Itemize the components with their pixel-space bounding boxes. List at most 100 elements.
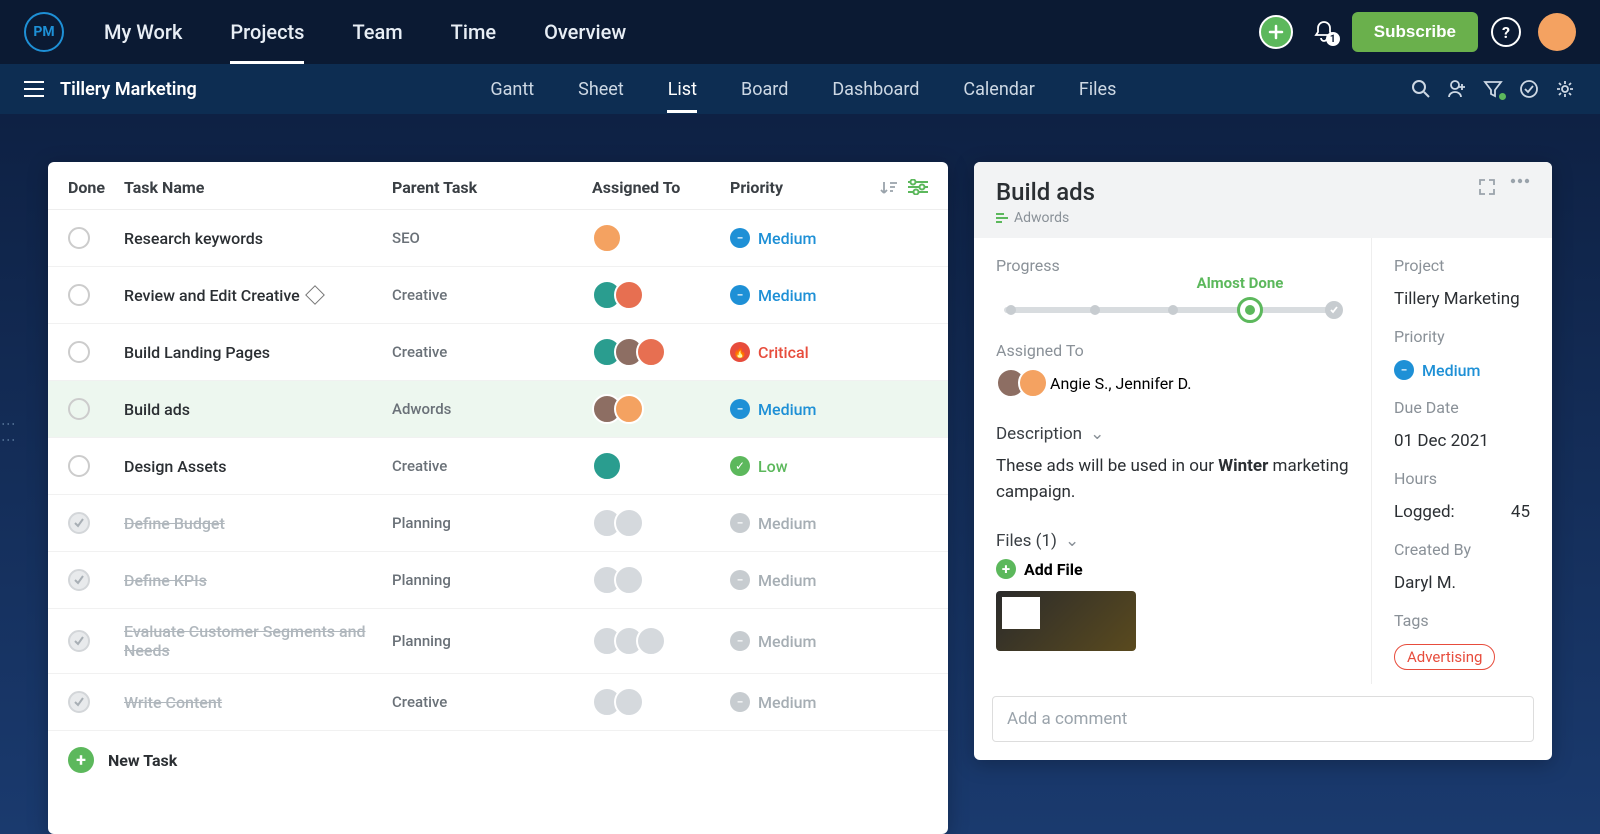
chevron-down-icon: ⌄ <box>1065 531 1079 551</box>
done-checkbox[interactable] <box>68 569 90 591</box>
done-checkbox[interactable] <box>68 398 90 420</box>
done-checkbox[interactable] <box>68 227 90 249</box>
done-checkbox[interactable] <box>68 284 90 306</box>
assignees-row[interactable]: Angie S., Jennifer D. <box>996 368 1349 398</box>
user-avatar[interactable] <box>1538 13 1576 51</box>
topnav-item-overview[interactable]: Overview <box>544 0 626 64</box>
col-header-parent[interactable]: Parent Task <box>392 178 592 197</box>
col-header-priority[interactable]: Priority <box>730 178 840 197</box>
priority-badge[interactable]: −Medium <box>730 228 840 248</box>
files-header[interactable]: Files (1) ⌄ <box>996 531 1349 551</box>
priority-label: Critical <box>758 343 809 362</box>
avatar <box>614 508 644 538</box>
new-task-button[interactable]: + New Task <box>48 731 948 789</box>
priority-badge[interactable]: 🔥Critical <box>730 342 840 362</box>
priority-icon: − <box>730 513 750 533</box>
sort-icon[interactable] <box>880 179 898 197</box>
tag-chip[interactable]: Advertising <box>1394 644 1495 670</box>
hours-logged-label: Logged: <box>1394 502 1455 522</box>
priority-badge[interactable]: −Medium <box>730 285 840 305</box>
done-checkbox[interactable] <box>68 341 90 363</box>
assignee-avatars[interactable] <box>592 626 730 656</box>
assignee-avatars[interactable] <box>592 337 730 367</box>
done-checkbox[interactable] <box>68 630 90 652</box>
assignee-avatars[interactable] <box>592 394 730 424</box>
priority-icon: − <box>730 228 750 248</box>
priority-badge[interactable]: ✓Low <box>730 456 840 476</box>
expand-icon[interactable] <box>1478 178 1496 196</box>
subnav-tab-dashboard[interactable]: Dashboard <box>832 66 919 113</box>
subnav-tab-gantt[interactable]: Gantt <box>490 66 534 113</box>
task-name: Design Assets <box>124 457 227 476</box>
task-row[interactable]: Build Landing PagesCreative🔥Critical <box>48 324 948 381</box>
col-header-done[interactable]: Done <box>68 178 124 197</box>
subnav-tab-sheet[interactable]: Sheet <box>578 66 624 113</box>
priority-badge[interactable]: −Medium <box>730 570 840 590</box>
priority-badge[interactable]: −Medium <box>730 692 840 712</box>
priority-label: Medium <box>758 400 817 419</box>
priority-badge[interactable]: −Medium <box>730 513 840 533</box>
subnav-tab-board[interactable]: Board <box>741 66 788 113</box>
task-name: Write Content <box>124 693 222 712</box>
subnav-tab-calendar[interactable]: Calendar <box>963 66 1034 113</box>
search-icon[interactable] <box>1410 78 1432 100</box>
task-row[interactable]: Define BudgetPlanning−Medium <box>48 495 948 552</box>
assignee-avatars[interactable] <box>592 280 730 310</box>
priority-badge[interactable]: −Medium <box>730 631 840 651</box>
assignee-avatars[interactable] <box>592 508 730 538</box>
notifications-button[interactable]: 1 <box>1304 12 1344 52</box>
add-user-icon[interactable] <box>1446 78 1468 100</box>
priority-badge[interactable]: −Medium <box>730 399 840 419</box>
topnav-item-time[interactable]: Time <box>451 0 496 64</box>
topnav-item-projects[interactable]: Projects <box>230 0 304 64</box>
parent-task: Creative <box>392 286 592 304</box>
done-checkbox[interactable] <box>68 455 90 477</box>
detail-breadcrumb[interactable]: Adwords <box>996 210 1095 226</box>
avatar <box>636 626 666 656</box>
app-logo[interactable]: PM <box>24 12 64 52</box>
check-circle-icon[interactable] <box>1518 78 1540 100</box>
done-checkbox[interactable] <box>68 691 90 713</box>
parent-task: Creative <box>392 693 592 711</box>
assignee-avatars[interactable] <box>592 687 730 717</box>
assignee-avatars[interactable] <box>592 451 730 481</box>
subnav-tab-files[interactable]: Files <box>1079 66 1117 113</box>
comment-input[interactable]: Add a comment <box>992 696 1534 742</box>
priority-icon: − <box>730 570 750 590</box>
description-header[interactable]: Description ⌄ <box>996 424 1349 444</box>
assignee-avatars[interactable] <box>592 565 730 595</box>
task-row[interactable]: Design AssetsCreative✓Low <box>48 438 948 495</box>
settings-sliders-icon[interactable] <box>908 179 928 197</box>
subscribe-button[interactable]: Subscribe <box>1352 12 1478 52</box>
avatar <box>614 565 644 595</box>
priority-label: Medium <box>758 514 817 533</box>
task-row[interactable]: Evaluate Customer Segments and NeedsPlan… <box>48 609 948 674</box>
menu-toggle[interactable] <box>24 81 44 97</box>
assignee-avatars[interactable] <box>592 223 730 253</box>
settings-icon[interactable] <box>1554 78 1576 100</box>
more-icon[interactable] <box>1510 178 1530 196</box>
col-header-assigned[interactable]: Assigned To <box>592 178 730 197</box>
task-row[interactable]: Review and Edit CreativeCreative−Medium <box>48 267 948 324</box>
priority-field-value[interactable]: −Medium <box>1394 360 1530 380</box>
file-thumbnail[interactable] <box>996 591 1136 651</box>
task-row[interactable]: Build adsAdwords−Medium <box>48 381 948 438</box>
add-file-button[interactable]: + Add File <box>996 559 1349 579</box>
task-name: Evaluate Customer Segments and Needs <box>124 622 392 660</box>
col-header-name[interactable]: Task Name <box>124 178 392 197</box>
due-date-field-value[interactable]: 01 Dec 2021 <box>1394 431 1530 451</box>
help-button[interactable]: ? <box>1486 12 1526 52</box>
task-row[interactable]: Research keywordsSEO−Medium <box>48 210 948 267</box>
done-checkbox[interactable] <box>68 512 90 534</box>
subnav-tab-list[interactable]: List <box>668 66 697 113</box>
topnav-item-team[interactable]: Team <box>352 0 402 64</box>
topnav-item-my-work[interactable]: My Work <box>104 0 182 64</box>
progress-slider[interactable]: Almost Done <box>1004 307 1341 313</box>
task-row[interactable]: Define KPIsPlanning−Medium <box>48 552 948 609</box>
task-row[interactable]: Write Content Creative −Medium <box>48 674 948 731</box>
progress-label: Progress <box>996 256 1349 275</box>
add-button[interactable] <box>1256 12 1296 52</box>
chevron-down-icon: ⌄ <box>1090 424 1104 444</box>
collapse-handle[interactable]: ⋮⋮ <box>0 417 16 449</box>
filter-icon[interactable] <box>1482 78 1504 100</box>
